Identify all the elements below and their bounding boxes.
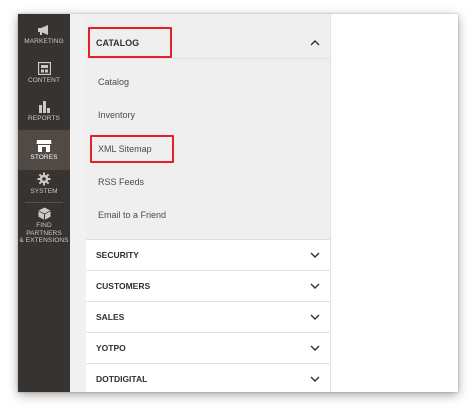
nav-label: SYSTEM bbox=[30, 188, 58, 195]
chevron-down-icon bbox=[310, 283, 320, 289]
nav-label: REPORTS bbox=[27, 115, 60, 122]
nav-item-find-partners[interactable]: FIND PARTNERS & EXTENSIONS bbox=[18, 207, 70, 251]
section-title: SALES bbox=[96, 312, 125, 322]
xml-sitemap-highlight-box bbox=[90, 135, 174, 163]
nav-label: CONTENT bbox=[27, 77, 61, 84]
catalog-highlight-box bbox=[88, 27, 172, 58]
nav-item-content[interactable]: CONTENT bbox=[18, 62, 70, 98]
section-title: SECURITY bbox=[96, 250, 139, 260]
stores-flyout-menu: CATALOG Catalog Inventory XML Sitemap RS… bbox=[70, 14, 331, 392]
nav-label: MARKETING bbox=[24, 38, 64, 45]
chevron-down-icon bbox=[310, 345, 320, 351]
cube-icon bbox=[38, 207, 50, 220]
content-area bbox=[331, 14, 458, 392]
nav-item-marketing[interactable]: MARKETING bbox=[18, 24, 70, 60]
bar-chart-icon bbox=[38, 101, 50, 113]
submenu-item-catalog[interactable]: Catalog bbox=[98, 77, 129, 87]
nav-divider bbox=[25, 202, 63, 203]
submenu-item-inventory[interactable]: Inventory bbox=[98, 110, 135, 120]
nav-item-stores[interactable]: STORES bbox=[18, 130, 70, 170]
section-dotdigital[interactable]: DOTDIGITAL bbox=[86, 364, 330, 392]
section-customers[interactable]: CUSTOMERS bbox=[86, 271, 330, 302]
chevron-down-icon bbox=[310, 376, 320, 382]
nav-label: STORES bbox=[30, 153, 58, 161]
admin-sidebar: MARKETING CONTENT REPORTS STORES SYSTEM … bbox=[18, 14, 70, 392]
megaphone-icon bbox=[38, 25, 48, 35]
content-icon bbox=[37, 62, 51, 75]
chevron-up-icon bbox=[310, 40, 320, 46]
section-yotpo[interactable]: YOTPO bbox=[86, 333, 330, 364]
submenu-item-email-to-a-friend[interactable]: Email to a Friend bbox=[98, 210, 166, 220]
section-security[interactable]: SECURITY bbox=[86, 240, 330, 271]
submenu-item-rss-feeds[interactable]: RSS Feeds bbox=[98, 177, 144, 187]
chevron-down-icon bbox=[310, 314, 320, 320]
section-title: DOTDIGITAL bbox=[96, 374, 148, 384]
nav-label-line1: FIND PARTNERS bbox=[26, 222, 62, 237]
section-title: YOTPO bbox=[96, 343, 126, 353]
admin-window: MARKETING CONTENT REPORTS STORES SYSTEM … bbox=[18, 14, 458, 392]
store-icon bbox=[36, 139, 52, 152]
gear-icon bbox=[37, 172, 51, 186]
section-sales[interactable]: SALES bbox=[86, 302, 330, 333]
chevron-down-icon bbox=[310, 252, 320, 258]
catalog-section: CATALOG Catalog Inventory XML Sitemap RS… bbox=[86, 14, 330, 240]
section-title: CUSTOMERS bbox=[96, 281, 151, 291]
nav-label-line2: & EXTENSIONS bbox=[19, 237, 69, 244]
